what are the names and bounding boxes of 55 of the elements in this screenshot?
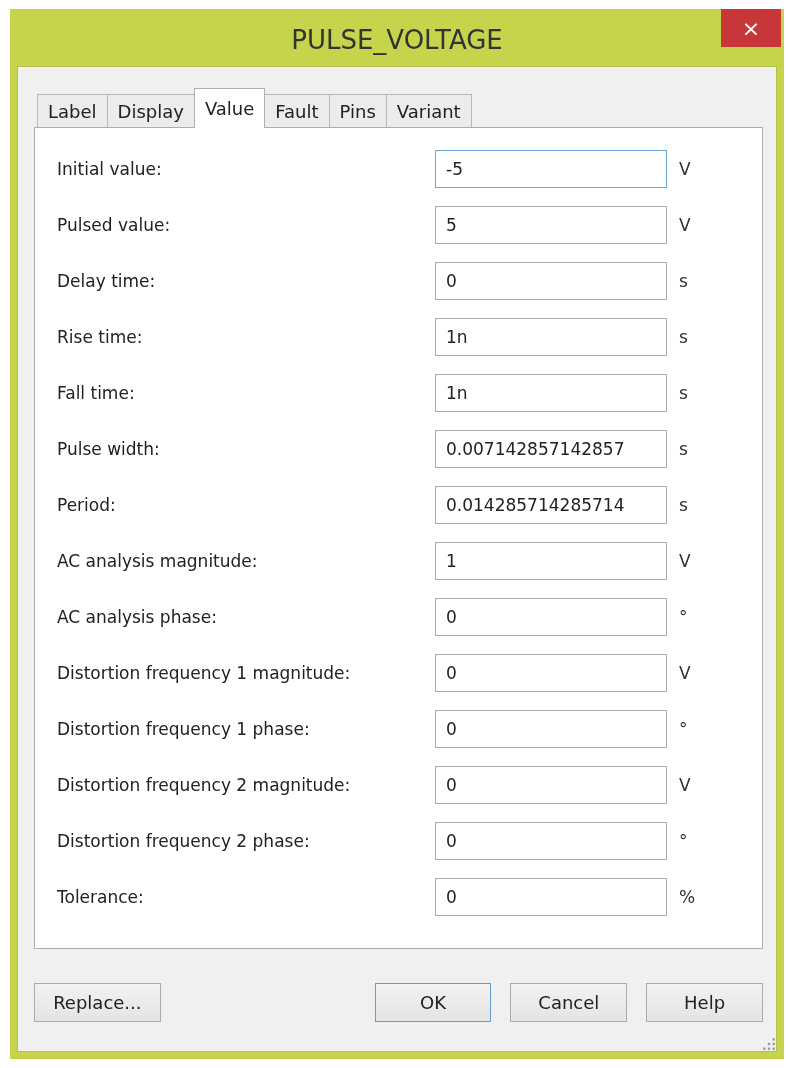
field-label: AC analysis phase: <box>57 607 218 627</box>
input-field[interactable]: 0.014285714285714 <box>435 486 667 524</box>
tab[interactable]: Variant <box>385 94 472 127</box>
input-field[interactable]: 0 <box>435 822 667 860</box>
field-label: Initial value: <box>57 159 163 179</box>
unit-label: % <box>679 887 696 907</box>
tab[interactable]: Fault <box>264 94 330 127</box>
input-field[interactable]: 0 <box>435 710 667 748</box>
tab[interactable]: Display <box>106 94 195 127</box>
input-field[interactable]: 0 <box>435 654 667 692</box>
unit-label: V <box>679 663 691 683</box>
unit-label: V <box>679 775 691 795</box>
field-label: Fall time: <box>57 383 136 403</box>
unit-label: V <box>679 159 691 179</box>
unit-label: ° <box>679 719 688 739</box>
unit-label: V <box>679 551 691 571</box>
dialog-button[interactable]: OK <box>374 983 492 1022</box>
dialog-button[interactable]: Replace... <box>34 983 161 1022</box>
field-label: Distortion frequency 1 magnitude: <box>57 663 352 683</box>
field-label: Distortion frequency 2 magnitude: <box>57 775 352 795</box>
close-button[interactable]: × <box>721 9 781 47</box>
input-field[interactable]: -5 <box>435 150 667 188</box>
dialog-button[interactable]: Help <box>646 983 763 1022</box>
field-label: Tolerance: <box>57 887 145 907</box>
unit-label: s <box>679 495 688 515</box>
unit-label: s <box>679 439 688 459</box>
field-label: Delay time: <box>57 271 157 291</box>
tab[interactable]: Label <box>37 94 108 127</box>
field-label: AC analysis magnitude: <box>57 551 259 571</box>
input-field[interactable]: 0.007142857142857 <box>435 430 667 468</box>
input-field[interactable]: 1 <box>435 542 667 580</box>
field-label: Rise time: <box>57 327 144 347</box>
unit-label: V <box>679 215 691 235</box>
unit-label: s <box>679 327 688 347</box>
tab[interactable]: Value <box>193 88 266 128</box>
input-field[interactable]: 1n <box>435 374 667 412</box>
field-label: Period: <box>57 495 117 515</box>
unit-label: s <box>679 271 688 291</box>
field-label: Pulse width: <box>57 439 161 459</box>
tab[interactable]: Pins <box>328 94 387 127</box>
resize-grip-icon[interactable] <box>762 1037 776 1051</box>
field-label: Pulsed value: <box>57 215 172 235</box>
input-field[interactable]: 0 <box>435 262 667 300</box>
window-title: PULSE_VOLTAGE <box>291 24 503 55</box>
unit-label: ° <box>679 607 688 627</box>
input-field[interactable]: 0 <box>435 878 667 916</box>
input-field[interactable]: 1n <box>435 318 667 356</box>
field-label: Distortion frequency 2 phase: <box>57 831 311 851</box>
input-field[interactable]: 0 <box>435 598 667 636</box>
unit-label: s <box>679 383 688 403</box>
input-field[interactable]: 0 <box>435 766 667 804</box>
unit-label: ° <box>679 831 688 851</box>
dialog-button[interactable]: Cancel <box>510 983 628 1022</box>
field-label: Distortion frequency 1 phase: <box>57 719 311 739</box>
input-field[interactable]: 5 <box>435 206 667 244</box>
